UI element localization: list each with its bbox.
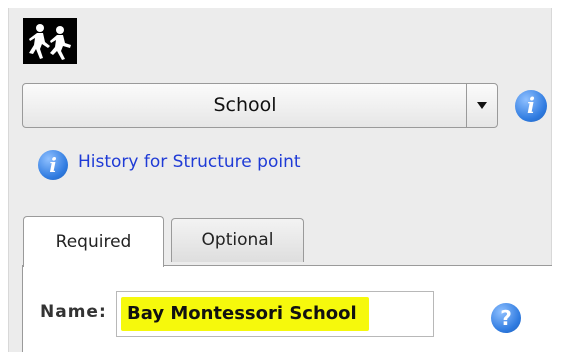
feature-type-select[interactable]: School <box>22 83 498 128</box>
info-icon[interactable]: i <box>515 90 547 122</box>
school-children-icon <box>23 18 77 64</box>
chevron-down-icon[interactable] <box>466 84 497 127</box>
name-label: Name: <box>40 302 107 322</box>
tab-optional[interactable]: Optional <box>171 218 304 262</box>
history-info-icon: i <box>38 150 68 180</box>
name-input[interactable]: Bay Montessori School <box>116 291 434 337</box>
tab-required[interactable]: Required <box>23 216 164 267</box>
help-icon[interactable]: ? <box>491 303 521 333</box>
feature-type-value: School <box>213 94 277 116</box>
name-input-value: Bay Montessori School <box>121 297 369 331</box>
history-link[interactable]: History for Structure point <box>78 152 301 172</box>
